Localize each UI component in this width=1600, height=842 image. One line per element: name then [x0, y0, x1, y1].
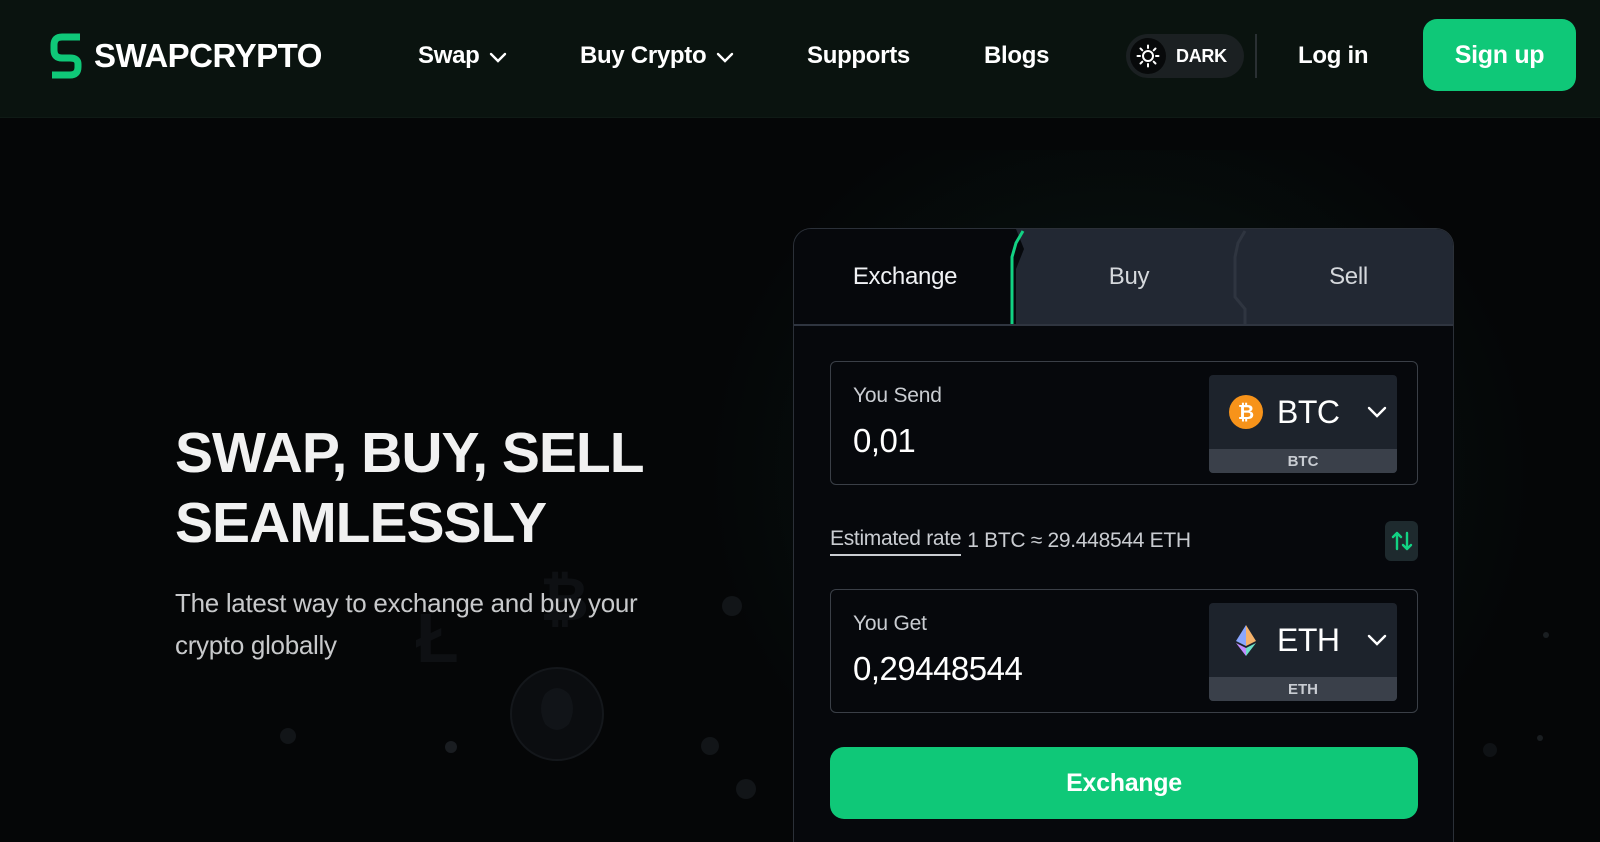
- nav-buy-crypto-label: Buy Crypto: [580, 42, 707, 69]
- tab-sell[interactable]: Sell: [1242, 257, 1453, 297]
- swap-arrows-icon: [1391, 531, 1412, 551]
- header-divider: [1255, 34, 1257, 78]
- exchange-widget: Exchange Buy Sell You Send ₿ BTC BTC Est…: [793, 228, 1454, 842]
- nav-supports[interactable]: Supports: [807, 38, 910, 74]
- send-coin-code: BTC: [1277, 393, 1340, 430]
- send-field: You Send ₿ BTC BTC: [830, 361, 1418, 485]
- get-field: You Get ETH ETH: [830, 589, 1418, 713]
- svg-text:₿: ₿: [1238, 402, 1254, 424]
- bitcoin-icon: ₿: [1229, 395, 1263, 429]
- get-amount-input[interactable]: [853, 650, 1183, 688]
- send-coin-display: ₿ BTC: [1209, 375, 1397, 449]
- nav-supports-label: Supports: [807, 42, 910, 69]
- brand-name: SWAPCRYPTO: [94, 37, 322, 74]
- theme-label: DARK: [1176, 45, 1227, 66]
- hero-title: SWAP, BUY, SELL SEAMLESSLY: [175, 418, 735, 558]
- chevron-down-icon: [1367, 406, 1387, 418]
- theme-toggle[interactable]: DARK: [1126, 34, 1244, 78]
- tab-exchange[interactable]: Exchange: [794, 257, 1016, 297]
- site-header: SWAPCRYPTO Swap Buy Crypto Supports Blog…: [0, 0, 1600, 118]
- logo[interactable]: SWAPCRYPTO: [50, 32, 322, 80]
- swapcrypto-logo-icon: [50, 33, 82, 79]
- nav-swap[interactable]: Swap: [418, 38, 507, 74]
- send-amount-input[interactable]: [853, 422, 1183, 460]
- nav-buy-crypto[interactable]: Buy Crypto: [580, 38, 734, 74]
- sun-icon: [1136, 44, 1160, 68]
- signup-button[interactable]: Sign up: [1423, 19, 1576, 91]
- hero-title-line2: SEAMLESSLY: [175, 491, 547, 555]
- hero-title-line1: SWAP, BUY, SELL: [175, 421, 645, 485]
- chevron-down-icon: [1367, 634, 1387, 646]
- send-coin-network: BTC: [1209, 449, 1397, 473]
- nav-blogs-label: Blogs: [984, 42, 1050, 69]
- tab-buy[interactable]: Buy: [1020, 257, 1238, 297]
- background-dots-decoration: [1483, 632, 1549, 757]
- estimated-rate-value: 1 BTC ≈ 29.448544 ETH: [967, 529, 1191, 552]
- nav-blogs[interactable]: Blogs: [984, 38, 1049, 74]
- nav-swap-label: Swap: [418, 42, 480, 69]
- get-coin-code: ETH: [1277, 621, 1340, 658]
- send-coin-select[interactable]: ₿ BTC BTC: [1209, 375, 1397, 473]
- login-link[interactable]: Log in: [1298, 38, 1368, 74]
- tabs-divider: [794, 324, 1453, 326]
- theme-knob: [1130, 38, 1166, 74]
- get-label: You Get: [853, 612, 927, 635]
- send-label: You Send: [853, 384, 942, 407]
- exchange-tabs: Exchange Buy Sell: [794, 229, 1453, 324]
- ethereum-icon: [1236, 625, 1256, 656]
- get-coin-display: ETH: [1209, 603, 1397, 677]
- hero-subtitle: The latest way to exchange and buy your …: [175, 588, 638, 660]
- get-coin-select[interactable]: ETH ETH: [1209, 603, 1397, 701]
- chevron-down-icon: [490, 52, 507, 63]
- chevron-down-icon: [717, 52, 734, 63]
- rate-row: Estimated rate 1 BTC ≈ 29.448544 ETH: [830, 521, 1418, 561]
- swap-direction-button[interactable]: [1385, 521, 1418, 561]
- exchange-submit-button[interactable]: Exchange: [830, 747, 1418, 819]
- get-coin-network: ETH: [1209, 677, 1397, 701]
- estimated-rate-link[interactable]: Estimated rate: [830, 527, 962, 556]
